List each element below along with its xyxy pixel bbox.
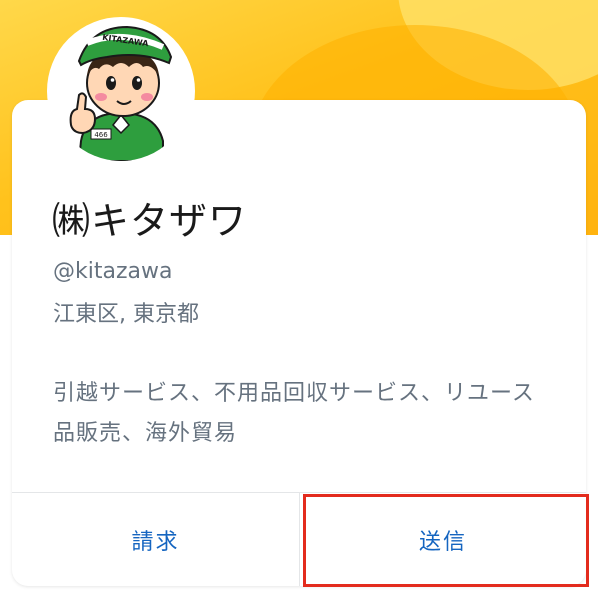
mascot-thumbs-up-icon: 466 KITAZAWA (51, 21, 191, 161)
request-button[interactable]: 請求 (12, 493, 299, 586)
avatar[interactable]: 466 KITAZAWA (47, 17, 195, 165)
profile-description: 引越サービス、不用品回収サービス、リユース品販売、海外貿易 (53, 381, 535, 446)
profile-handle: @kitazawa (53, 259, 173, 284)
profile-name: ㈱キタザワ (52, 199, 248, 243)
profile-location: 江東区, 東京都 (53, 302, 199, 327)
send-button[interactable]: 送信 (300, 493, 586, 586)
avatar-badge-text: 466 (94, 131, 108, 139)
